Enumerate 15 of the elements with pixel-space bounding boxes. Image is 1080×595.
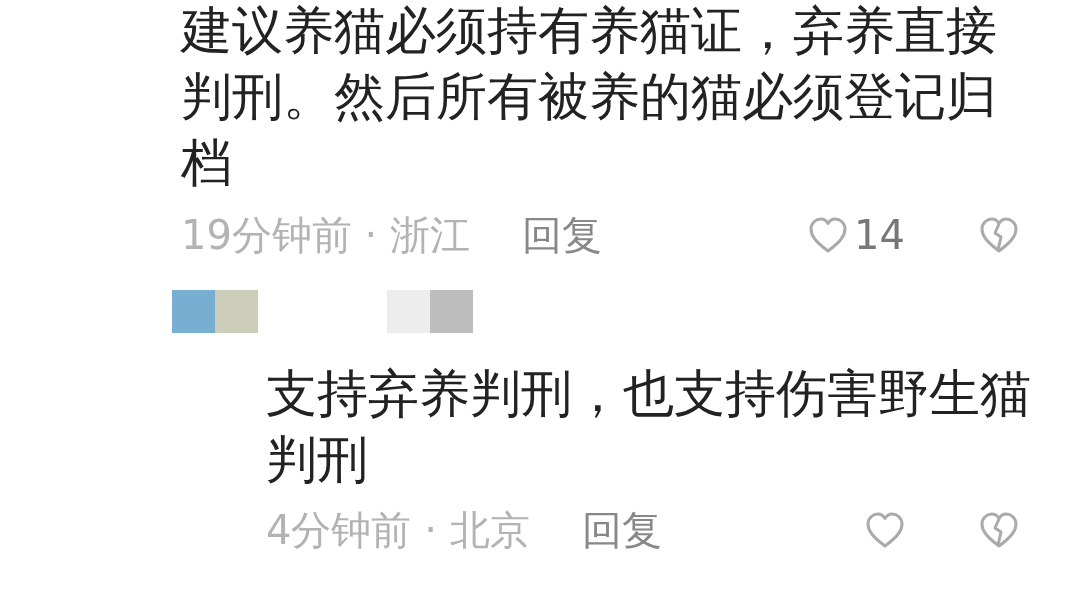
broken-heart-icon (978, 216, 1020, 254)
heart-icon (808, 216, 849, 254)
comment-text: 建议养猫必须持有养猫证，弃养直接判刑。然后所有被养的猫必须登记归档 (181, 0, 998, 194)
heart-icon (865, 511, 905, 549)
comment-time-location: 19分钟前 · 浙江 (181, 210, 471, 260)
like-button[interactable] (865, 511, 905, 549)
like-button[interactable]: 14 (808, 212, 905, 258)
like-count: 14 (854, 212, 905, 258)
reply-text: 支持弃养判刑，也支持伤害野生猫判刑 (266, 363, 1032, 491)
reply-link[interactable]: 回复 (581, 502, 662, 558)
dislike-button[interactable] (978, 216, 1020, 254)
dislike-button[interactable] (978, 511, 1020, 549)
broken-heart-icon (978, 511, 1020, 549)
comment-time-location: 4分钟前 · 北京 (266, 505, 530, 555)
reply-link[interactable]: 回复 (522, 207, 603, 263)
